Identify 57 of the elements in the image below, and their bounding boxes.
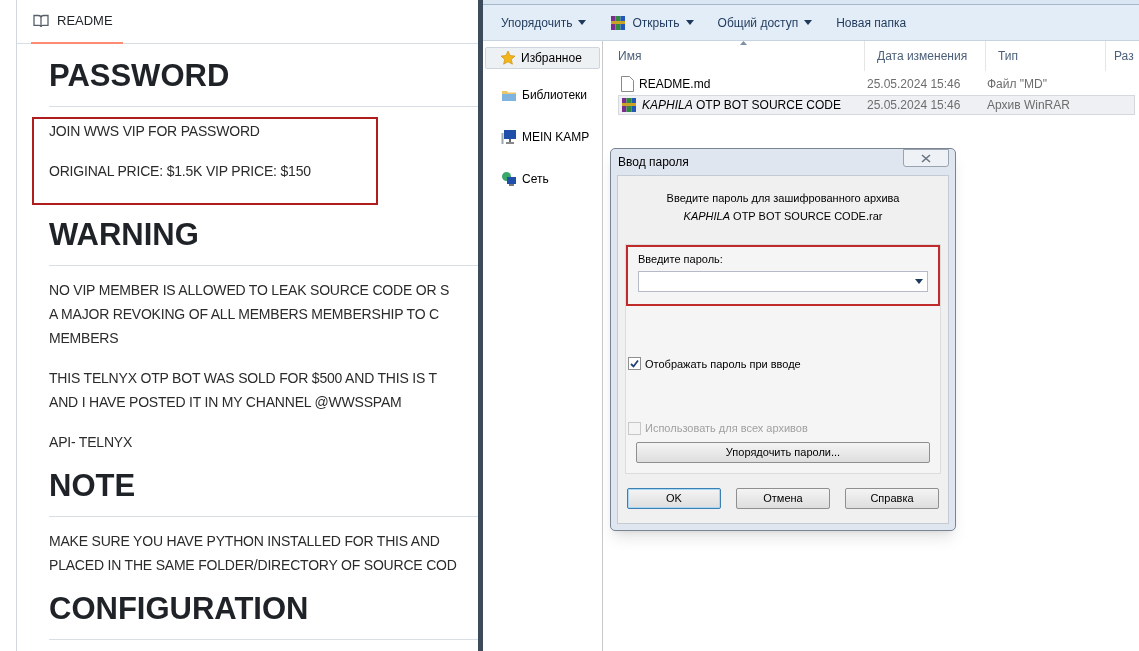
toolbar-button[interactable]: Общий доступ <box>717 13 813 32</box>
checkmark-icon <box>630 359 639 369</box>
readme-text: NO VIP MEMBER IS ALLOWED TO LEAK SOURCE CODE OR S <box>49 281 451 300</box>
computer-icon <box>501 129 517 145</box>
nav-item[interactable]: Библиотеки <box>483 78 602 120</box>
archive-icon <box>610 14 627 31</box>
book-icon <box>33 14 49 28</box>
file-name: README.md <box>639 76 711 93</box>
toolbar-button[interactable]: Открыть <box>610 13 694 32</box>
file-type: Архив WinRAR <box>987 97 1071 114</box>
readme-tab[interactable]: README <box>31 0 123 44</box>
file-row[interactable]: KAPHILA OTP BOT SOURCE CODE 25.05.2024 15:46 Архив WinRAR <box>618 95 1135 115</box>
readme-text: MEMBERS <box>49 329 120 348</box>
document-icon <box>621 76 634 92</box>
readme-text: API- TELNYX <box>49 433 134 452</box>
checkbox-label: Использовать для всех архивов <box>645 421 808 436</box>
manage-passwords-button[interactable]: Упорядочить пароли... <box>636 441 930 463</box>
dialog-button[interactable]: Справка <box>845 487 939 509</box>
nav-item[interactable]: Избранное <box>485 47 600 69</box>
readme-text: PLACED IN THE SAME FOLDER/DIRECTORY OF SOURCE COD <box>49 556 458 575</box>
nav-item[interactable]: Сеть <box>483 162 602 204</box>
readme-text: THIS TELNYX OTP BOT WAS SOLD FOR $500 AND THIS IS T <box>49 369 438 388</box>
password-combobox[interactable] <box>638 270 928 292</box>
column-header[interactable]: Дата изменения <box>865 41 986 71</box>
checkbox-label: Отображать пароль при вводе <box>645 356 801 372</box>
field-label: Введите пароль: <box>638 252 724 267</box>
toolbar-button[interactable]: Упорядочить <box>501 13 587 32</box>
file-date: 25.05.2024 15:46 <box>867 97 962 114</box>
archive-icon <box>621 97 637 113</box>
readme-text: MAKE SURE YOU HAVE PYTHON INSTALLED FOR THIS AND <box>49 532 441 551</box>
sort-arrow-icon <box>740 41 747 45</box>
file-row[interactable]: README.md 25.05.2024 15:46 Файл "MD" <box>618 74 1135 94</box>
star-icon <box>500 50 516 66</box>
dialog-message: KAPHILA OTP BOT SOURCE CODE.rar <box>683 208 883 224</box>
checkbox[interactable] <box>628 357 641 371</box>
close-icon <box>921 153 931 163</box>
file-type: Файл "MD" <box>987 76 1049 93</box>
caret-icon <box>915 278 923 284</box>
nav-item[interactable]: MEIN KAMP <box>483 120 602 162</box>
readme-text: A MAJOR REVOKING OF ALL MEMBERS MEMBERSHIP TO C <box>49 305 440 324</box>
caret-icon <box>578 20 587 25</box>
column-header[interactable]: Тип <box>986 41 1106 71</box>
dialog-button[interactable]: Отмена <box>736 487 830 509</box>
caret-icon <box>804 20 813 25</box>
readme-text: JOIN WWS VIP FOR PASSWORD <box>49 122 261 141</box>
dialog-button[interactable]: OK <box>627 487 721 509</box>
file-name: KAPHILA OTP BOT SOURCE CODE <box>642 97 841 114</box>
dialog-title: Ввод пароля <box>617 154 689 171</box>
readme-text: AND I HAVE POSTED IT IN MY CHANNEL @WWSSPAM <box>49 393 403 412</box>
column-header[interactable]: Раз <box>1106 41 1137 71</box>
close-button[interactable] <box>903 149 949 167</box>
file-date: 25.05.2024 15:46 <box>867 76 962 93</box>
readme-text: ORIGINAL PRICE: $1.5K VIP PRICE: $150 <box>49 162 312 181</box>
dialog-message: Введите пароль для зашифрованного архива <box>666 191 900 206</box>
caret-icon <box>685 20 694 25</box>
network-icon <box>501 171 517 187</box>
toolbar-button[interactable]: Новая папка <box>836 13 907 32</box>
